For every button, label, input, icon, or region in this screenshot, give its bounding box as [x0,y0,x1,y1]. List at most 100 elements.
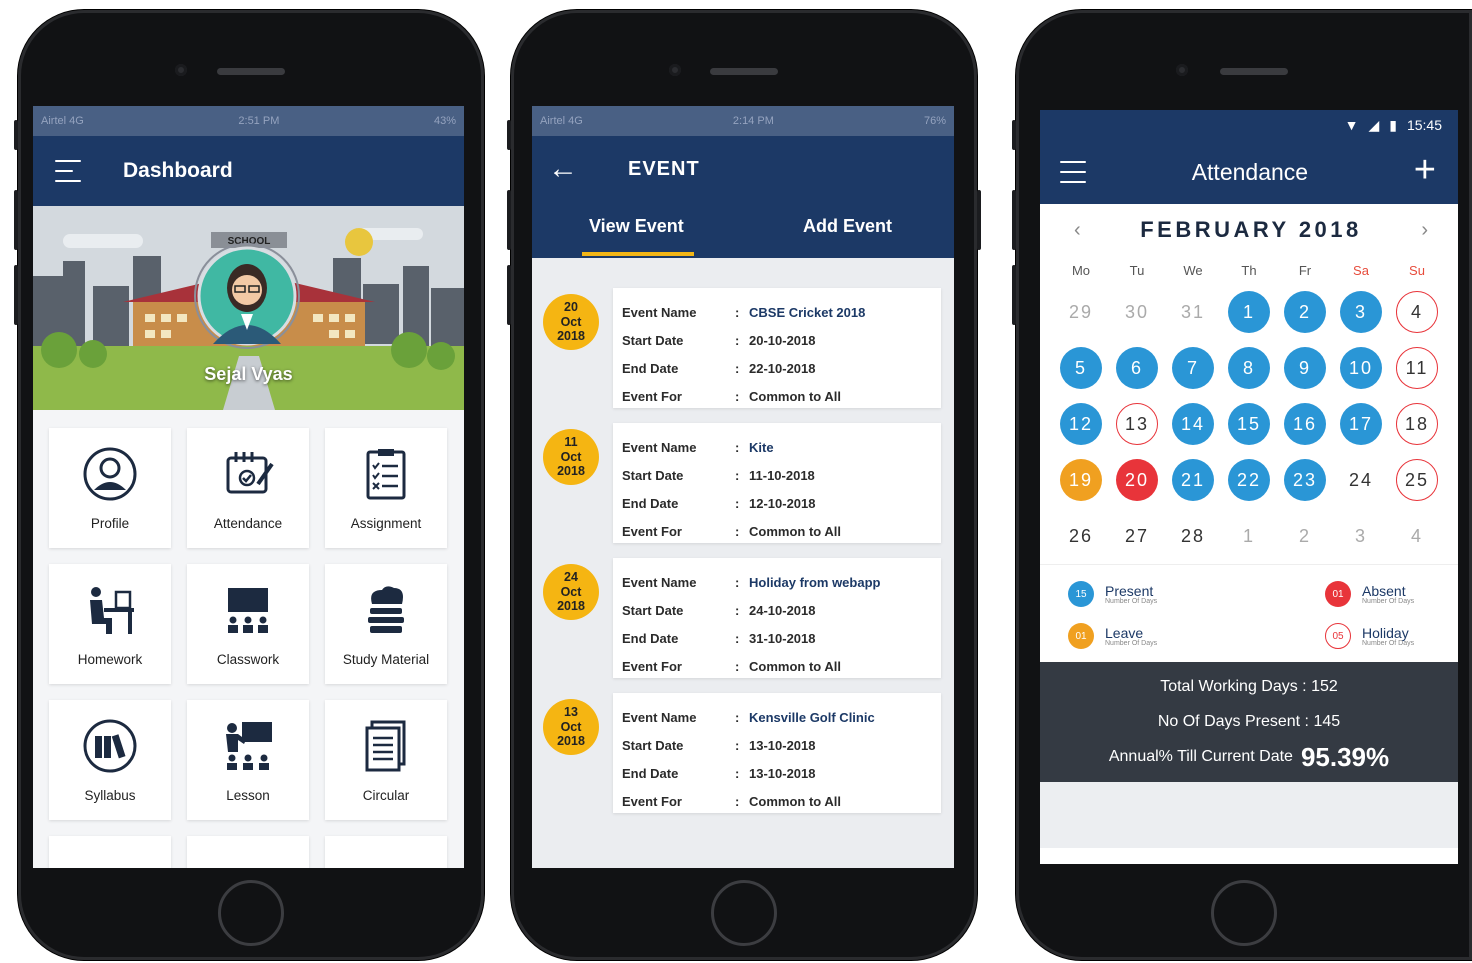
legend-sub: Number Of Days [1362,639,1415,647]
status-bar: Airtel 4G 2:14 PM 76% [532,106,954,136]
calendar-day[interactable]: 24 [1333,452,1389,508]
earpiece [710,68,778,75]
calendar-day[interactable]: 11 [1389,340,1445,396]
calendar-day[interactable]: 30 [1109,284,1165,340]
day-number: 26 [1068,525,1094,546]
add-icon[interactable]: + [1414,151,1436,189]
calendar-day[interactable]: 15 [1221,396,1277,452]
calendar-day[interactable]: 9 [1277,340,1333,396]
calendar-day[interactable]: 19 [1053,452,1109,508]
calendar-day[interactable]: 31 [1165,284,1221,340]
tile-circular[interactable]: Circular [325,700,447,820]
field-colon: : [735,602,740,618]
calendar-day[interactable]: 1 [1221,284,1277,340]
field-label: End Date [622,495,679,511]
tile-homework[interactable]: Homework [49,564,171,684]
field-label: Event For [622,658,682,674]
calendar-day[interactable]: 3 [1333,284,1389,340]
tile-label: Lesson [226,787,270,803]
tab-add-event[interactable]: Add Event [803,216,892,237]
event-card[interactable]: Event Name: Holiday from webapp Start Dat… [613,558,941,678]
field-colon: : [735,439,740,455]
calendar-day[interactable]: 17 [1333,396,1389,452]
tile-attendance[interactable]: Attendance [187,428,309,548]
calendar-day[interactable]: 4 [1389,508,1445,564]
calendar-day[interactable]: 3 [1333,508,1389,564]
tile-syllabus[interactable]: Syllabus [49,700,171,820]
event-for: Common to All [749,793,841,809]
event-name: Kite [749,439,774,455]
menu-icon[interactable] [1060,161,1086,183]
badge-month: Oct [560,719,582,734]
chevron-left-icon[interactable]: ‹ [1074,219,1081,242]
calendar-day[interactable]: 25 [1389,452,1445,508]
calendar-day[interactable]: 1 [1221,508,1277,564]
calendar-day[interactable]: 13 [1109,396,1165,452]
calendar-day[interactable]: 23 [1277,452,1333,508]
tile-partial[interactable] [325,836,447,868]
calendar-day[interactable]: 10 [1333,340,1389,396]
calendar-day[interactable]: 12 [1053,396,1109,452]
home-button[interactable] [218,880,284,946]
calendar-day[interactable]: 18 [1389,396,1445,452]
tile-assignment[interactable]: Assignment [325,428,447,548]
tile-partial[interactable] [187,836,309,868]
tile-partial[interactable] [49,836,171,868]
field-colon: : [735,360,740,376]
badge-month: Oct [560,314,582,329]
event-for: Common to All [749,523,841,539]
calendar-day[interactable]: 8 [1221,340,1277,396]
event-card[interactable]: Event Name: CBSE Cricket 2018 Start Date:… [613,288,941,408]
home-button[interactable] [1211,880,1277,946]
calendar-day[interactable]: 27 [1109,508,1165,564]
day-number: 17 [1340,403,1382,445]
day-number: 31 [1180,301,1206,322]
attendance-summary: Total Working Days : 152 No Of Days Pres… [1040,662,1458,782]
tile-label: Circular [362,787,410,803]
tile-profile[interactable]: Profile [49,428,171,548]
calendar-day[interactable]: 21 [1165,452,1221,508]
weekday-label: Su [1409,262,1425,278]
menu-icon[interactable] [55,160,81,182]
assignment-icon [366,448,406,499]
field-label: Event Name [622,709,697,725]
calendar-day[interactable]: 5 [1053,340,1109,396]
day-number: 3 [1340,291,1382,333]
calendar-day[interactable]: 7 [1165,340,1221,396]
tile-classwork[interactable]: Classwork [187,564,309,684]
working-days-label: Total Working Days : [1160,678,1307,695]
weekday-label: We [1183,262,1203,278]
chevron-right-icon[interactable]: › [1421,219,1428,242]
annual-percentage: 95.39% [1300,742,1390,772]
volume-up-button [1012,190,1016,250]
calendar-day[interactable]: 20 [1109,452,1165,508]
day-number: 29 [1068,301,1094,322]
carrier-label: Airtel 4G [41,115,84,127]
back-arrow-icon[interactable]: ← [548,154,578,184]
day-number: 18 [1396,403,1438,445]
home-button[interactable] [711,880,777,946]
legend-label: Present [1105,582,1154,599]
attendance-screen: ▼ ◢ ▮ 15:45 Attendance + ‹ FEBRUARY 2018… [1040,110,1458,864]
tab-view-event[interactable]: View Event [589,216,684,237]
calendar-day[interactable]: 2 [1277,284,1333,340]
calendar-day[interactable]: 2 [1277,508,1333,564]
tile-study-material[interactable]: Study Material [325,564,447,684]
calendar-day[interactable]: 14 [1165,396,1221,452]
wifi-icon: ▼ [1344,117,1359,133]
calendar-day[interactable]: 6 [1109,340,1165,396]
day-number: 25 [1396,459,1438,501]
front-camera [1176,64,1188,76]
calendar-day[interactable]: 28 [1165,508,1221,564]
tile-lesson[interactable]: Lesson [187,700,309,820]
calendar-day[interactable]: 26 [1053,508,1109,564]
field-label: Start Date [622,332,684,348]
calendar-day[interactable]: 4 [1389,284,1445,340]
calendar-day[interactable]: 29 [1053,284,1109,340]
legend-holiday: 05 Holiday Number Of Days [1325,623,1414,649]
event-card[interactable]: Event Name: Kite Start Date:11-10-2018 En… [613,423,941,543]
calendar-day[interactable]: 22 [1221,452,1277,508]
event-card[interactable]: Event Name: Kensville Golf Clinic Start D… [613,693,941,813]
calendar-day[interactable]: 16 [1277,396,1333,452]
lesson-icon [226,721,272,770]
